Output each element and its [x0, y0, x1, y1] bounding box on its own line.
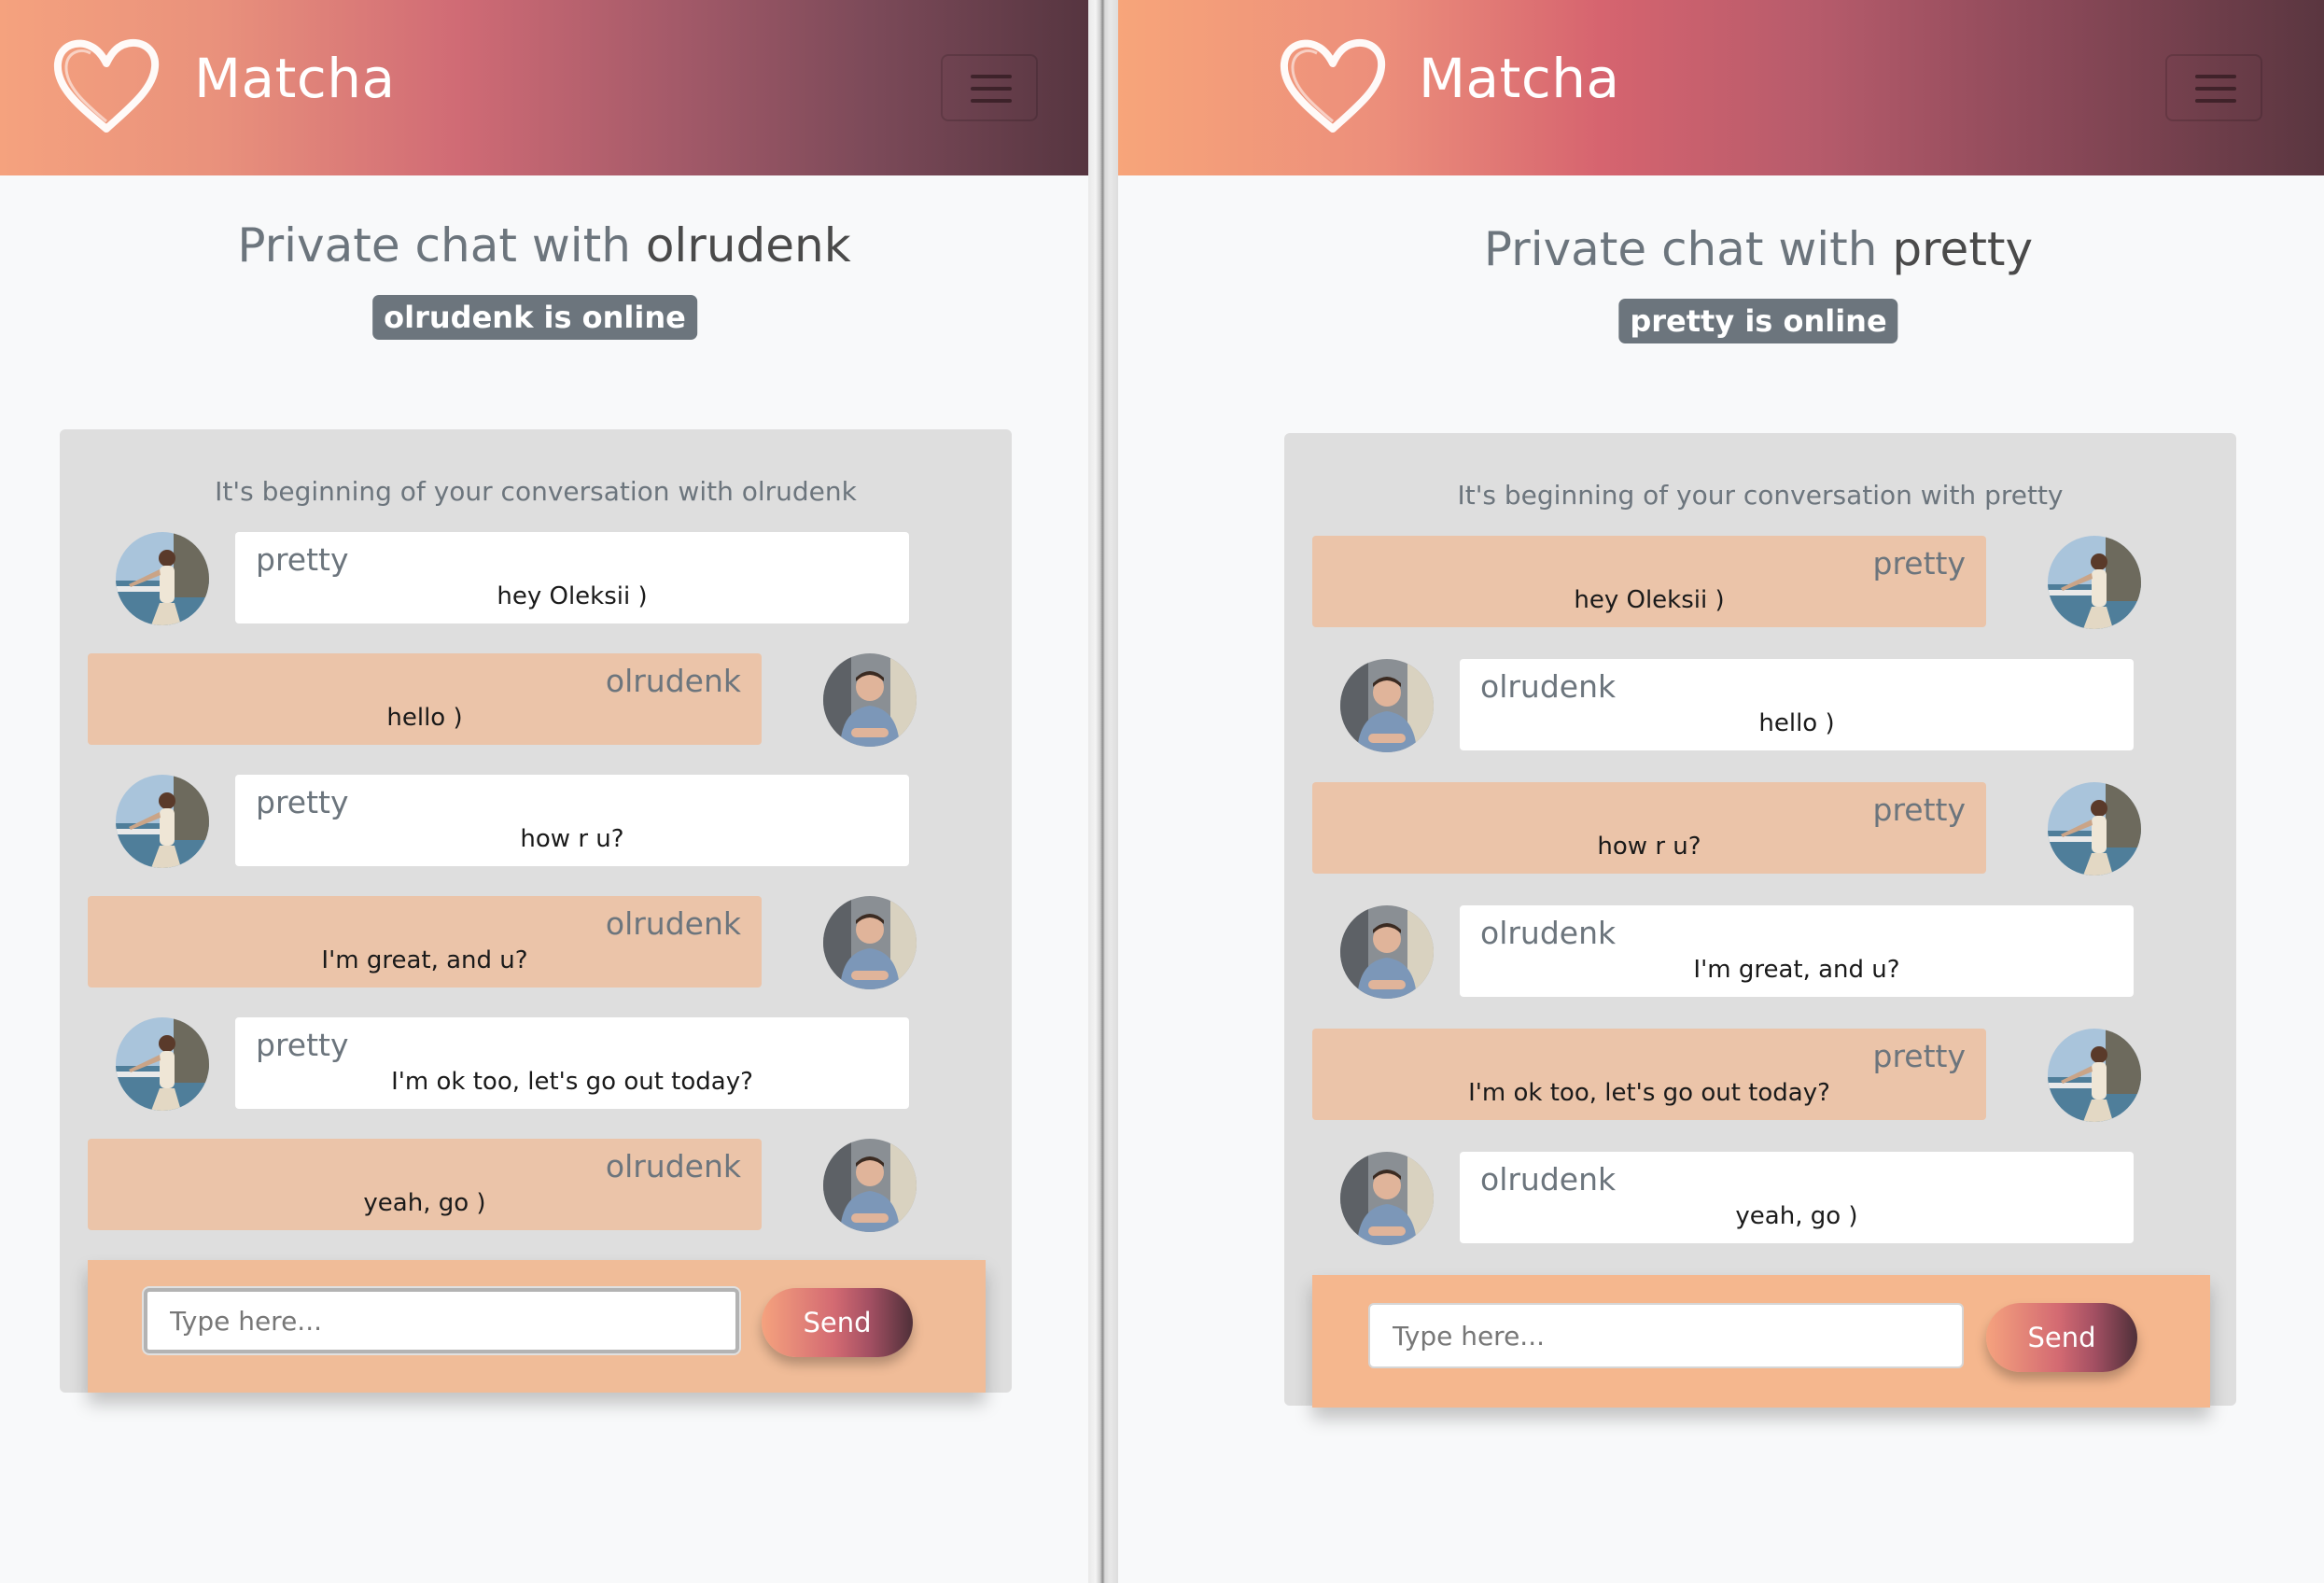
message-bubble: olrudenk yeah, go ) [88, 1139, 762, 1230]
message-text: hey Oleksii ) [497, 582, 648, 610]
message-text: I'm great, and u? [321, 946, 528, 974]
message-text: yeah, go ) [363, 1189, 486, 1217]
hamburger-icon [971, 75, 1012, 78]
message-sender: pretty [1872, 1038, 1967, 1074]
navbar: Matcha [0, 0, 1088, 175]
message-text: I'm ok too, let's go out today? [1468, 1079, 1830, 1107]
message-bubble: olrudenk hello ) [1460, 659, 2134, 750]
avatar [823, 1139, 917, 1232]
message-bubble: pretty I'm ok too, let's go out today? [235, 1017, 909, 1109]
message-bubble: pretty I'm ok too, let's go out today? [1312, 1029, 1986, 1120]
message-text: hello ) [386, 704, 463, 732]
message-row: olrudenk yeah, go ) [1284, 1152, 2236, 1245]
avatar [2048, 782, 2141, 876]
chat-box: It's beginning of your conversation with… [60, 429, 1012, 1393]
avatar [2048, 1029, 2141, 1122]
chat-window-right: Matcha Private chat with pretty pretty i… [1118, 0, 2324, 1583]
heart-icon[interactable] [1277, 35, 1389, 138]
message-composer: Send [1312, 1275, 2210, 1408]
send-button[interactable]: Send [762, 1288, 913, 1357]
chat-window-left: Matcha Private chat with olrudenk olrude… [0, 0, 1088, 1583]
message-sender: pretty [1872, 792, 1967, 828]
window-divider [1088, 0, 1118, 1583]
message-text: hey Oleksii ) [1574, 586, 1725, 614]
navbar: Matcha [1118, 0, 2324, 175]
page-title: Private chat with olrudenk [237, 218, 851, 273]
heart-icon[interactable] [50, 35, 162, 138]
message-bubble: olrudenk hello ) [88, 653, 762, 745]
avatar [116, 532, 209, 625]
message-sender: olrudenk [1480, 1161, 1617, 1198]
chat-partner-name: pretty [1892, 222, 2034, 276]
message-text: yeah, go ) [1735, 1202, 1858, 1230]
conversation-start-note: It's beginning of your conversation with… [215, 476, 857, 507]
message-bubble: pretty how r u? [1312, 782, 1986, 874]
message-bubble: pretty how r u? [235, 775, 909, 866]
message-sender: olrudenk [605, 663, 741, 699]
avatar [1340, 1152, 1434, 1245]
message-row: pretty how r u? [1284, 782, 2236, 876]
message-input[interactable] [144, 1288, 739, 1353]
message-row: pretty I'm ok too, let's go out today? [60, 1017, 1012, 1111]
message-row: pretty I'm ok too, let's go out today? [1284, 1029, 2236, 1122]
brand-name[interactable]: Matcha [194, 47, 396, 110]
message-sender: olrudenk [1480, 915, 1617, 951]
message-sender: pretty [256, 1027, 349, 1063]
message-sender: olrudenk [605, 905, 741, 942]
status-badge: olrudenk is online [372, 295, 697, 340]
menu-toggle-button[interactable] [941, 54, 1038, 121]
menu-toggle-button[interactable] [2165, 54, 2262, 121]
avatar [2048, 536, 2141, 629]
message-bubble: olrudenk I'm great, and u? [1460, 905, 2134, 997]
avatar [116, 775, 209, 868]
message-sender: pretty [1872, 545, 1967, 581]
chat-partner-name: olrudenk [645, 218, 851, 273]
message-row: olrudenk yeah, go ) [60, 1139, 1012, 1232]
avatar [1340, 659, 1434, 752]
message-text: how r u? [1597, 833, 1701, 861]
message-row: pretty hey Oleksii ) [60, 532, 1012, 625]
message-row: olrudenk hello ) [60, 653, 1012, 747]
chat-box: It's beginning of your conversation with… [1284, 433, 2236, 1408]
message-text: hello ) [1758, 709, 1835, 737]
send-button[interactable]: Send [1986, 1303, 2137, 1372]
message-sender: pretty [256, 784, 349, 820]
avatar [823, 896, 917, 989]
brand-name[interactable]: Matcha [1419, 47, 1620, 110]
message-sender: olrudenk [605, 1148, 741, 1184]
message-bubble: pretty hey Oleksii ) [235, 532, 909, 623]
status-badge: pretty is online [1618, 299, 1898, 343]
message-row: pretty how r u? [60, 775, 1012, 868]
message-text: I'm great, and u? [1693, 956, 1900, 984]
message-text: how r u? [520, 825, 624, 853]
message-row: olrudenk I'm great, and u? [60, 896, 1012, 989]
page-title: Private chat with pretty [1483, 222, 2034, 276]
hamburger-icon [2195, 75, 2236, 78]
message-text: I'm ok too, let's go out today? [391, 1068, 753, 1096]
message-row: olrudenk I'm great, and u? [1284, 905, 2236, 999]
message-sender: pretty [256, 541, 349, 578]
message-bubble: olrudenk I'm great, and u? [88, 896, 762, 988]
message-bubble: pretty hey Oleksii ) [1312, 536, 1986, 627]
avatar [116, 1017, 209, 1111]
message-composer: Send [88, 1260, 986, 1393]
message-input[interactable] [1368, 1303, 1964, 1368]
message-row: pretty hey Oleksii ) [1284, 536, 2236, 629]
message-row: olrudenk hello ) [1284, 659, 2236, 752]
conversation-start-note: It's beginning of your conversation with… [1457, 480, 2064, 511]
avatar [823, 653, 917, 747]
avatar [1340, 905, 1434, 999]
message-bubble: olrudenk yeah, go ) [1460, 1152, 2134, 1243]
message-sender: olrudenk [1480, 668, 1617, 705]
